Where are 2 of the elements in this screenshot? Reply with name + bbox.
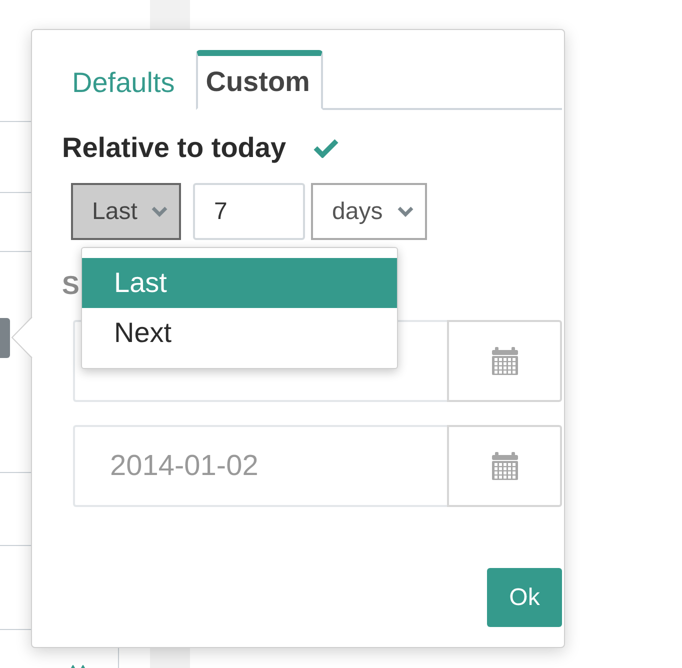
section-heading: Relative to today <box>62 132 286 164</box>
section-heading: S <box>62 269 80 301</box>
